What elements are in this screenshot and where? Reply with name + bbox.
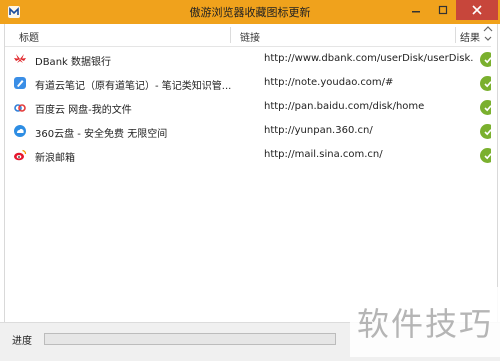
vertical-scrollbar[interactable] bbox=[491, 46, 497, 322]
progress-bar bbox=[44, 333, 336, 345]
minimize-button[interactable] bbox=[402, 0, 430, 20]
column-divider[interactable] bbox=[230, 27, 231, 43]
bookmark-link: http://pan.baidu.com/disk/home bbox=[264, 101, 425, 112]
bookmark-title: 360云盘 - 安全免费 无限空间 bbox=[35, 129, 168, 140]
column-header-result[interactable]: 结果 bbox=[460, 29, 480, 44]
youdao-note-icon bbox=[14, 77, 26, 89]
bookmark-title: 有道云笔记（原有道笔记）- 笔记类知识管... bbox=[35, 81, 232, 92]
sina-weibo-icon bbox=[14, 149, 27, 161]
sort-down-chevron-icon bbox=[484, 36, 492, 41]
list-item[interactable]: 360云盘 - 安全免费 无限空间 http://yunpan.360.cn/ bbox=[5, 120, 497, 144]
list-header: 标题 链接 结果 bbox=[5, 24, 497, 47]
progress-label: 进度 bbox=[12, 336, 32, 347]
column-divider[interactable] bbox=[455, 27, 456, 43]
list-item[interactable]: 有道云笔记（原有道笔记）- 笔记类知识管... http://note.youd… bbox=[5, 72, 497, 96]
list-item[interactable]: 新浪邮箱 http://mail.sina.com.cn/ bbox=[5, 144, 497, 168]
bookmark-title: DBank 数据银行 bbox=[35, 57, 111, 68]
close-icon bbox=[472, 5, 482, 15]
column-header-title[interactable]: 标题 bbox=[19, 29, 39, 44]
maximize-button[interactable] bbox=[430, 0, 456, 20]
huawei-logo-icon bbox=[14, 54, 26, 63]
baidu-cloud-icon bbox=[14, 104, 26, 112]
bookmark-link: http://note.youdao.com/# bbox=[264, 77, 394, 88]
bookmark-title: 新浪邮箱 bbox=[35, 153, 75, 164]
list-item[interactable]: 百度云 网盘-我的文件 http://pan.baidu.com/disk/ho… bbox=[5, 96, 497, 120]
column-header-link[interactable]: 链接 bbox=[240, 29, 260, 44]
list-item[interactable]: DBank 数据银行 http://www.dbank.com/userDisk… bbox=[5, 48, 497, 72]
close-button[interactable] bbox=[456, 0, 498, 20]
bookmark-link: http://mail.sina.com.cn/ bbox=[264, 149, 383, 160]
bookmark-link: http://yunpan.360.cn/ bbox=[264, 125, 373, 136]
watermark-text: 软件技巧 bbox=[350, 287, 500, 357]
bookmark-title: 百度云 网盘-我的文件 bbox=[35, 105, 132, 116]
bookmark-list[interactable]: 标题 链接 结果 DBank 数据银行 http://www.dbank.com… bbox=[4, 24, 498, 322]
bookmark-link: http://www.dbank.com/userDisk/userDisk.a… bbox=[264, 53, 474, 64]
scroll-up-arrow-icon[interactable] bbox=[483, 26, 493, 32]
title-bar: 傲游浏览器收藏图标更新 bbox=[0, 0, 500, 24]
360-cloud-icon bbox=[14, 125, 26, 137]
